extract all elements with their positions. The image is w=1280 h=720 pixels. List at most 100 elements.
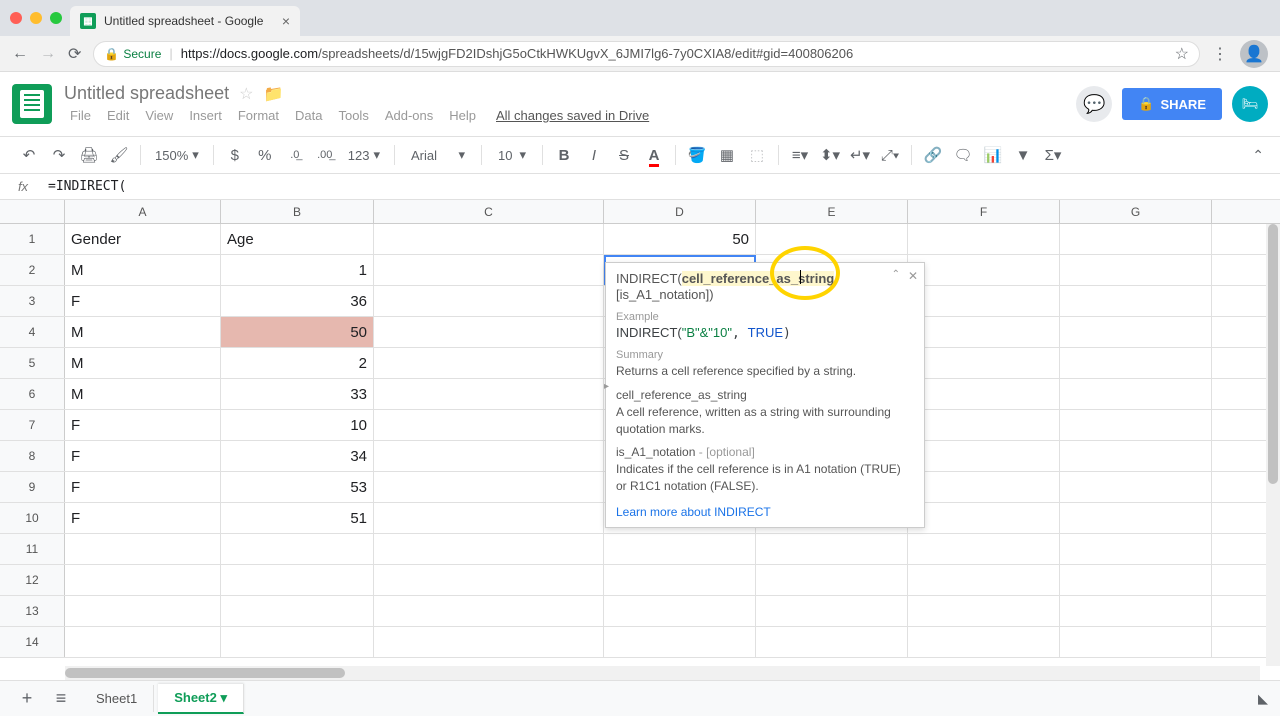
menu-help[interactable]: Help (443, 106, 482, 125)
browser-menu-icon[interactable]: ⋮ (1212, 44, 1228, 64)
save-status[interactable]: All changes saved in Drive (496, 108, 649, 123)
cell[interactable] (908, 255, 1060, 285)
cell[interactable] (374, 410, 604, 440)
cell[interactable] (908, 503, 1060, 533)
row-header[interactable]: 11 (0, 534, 65, 564)
cell[interactable]: 36 (221, 286, 374, 316)
cell[interactable] (908, 596, 1060, 626)
collapse-toolbar-icon[interactable]: ⌃ (1252, 147, 1264, 164)
insert-link-icon[interactable]: 🔗 (920, 142, 946, 168)
fill-color-icon[interactable]: 🪣 (684, 142, 710, 168)
close-help-icon[interactable]: ✕ (908, 269, 918, 283)
strikethrough-icon[interactable]: S (611, 142, 637, 168)
row-header[interactable]: 10 (0, 503, 65, 533)
redo-icon[interactable]: ↷ (46, 142, 72, 168)
cell[interactable] (374, 379, 604, 409)
cell[interactable] (374, 627, 604, 657)
row-header[interactable]: 5 (0, 348, 65, 378)
menu-format[interactable]: Format (232, 106, 285, 125)
comments-icon[interactable]: 💬 (1076, 86, 1112, 122)
borders-icon[interactable]: ▦ (714, 142, 740, 168)
all-sheets-icon[interactable]: ≡ (46, 684, 76, 714)
menu-file[interactable]: File (64, 106, 97, 125)
cell[interactable]: M (65, 255, 221, 285)
row-header[interactable]: 13 (0, 596, 65, 626)
forward-icon[interactable]: → (40, 45, 56, 63)
cell[interactable] (604, 596, 756, 626)
cell[interactable] (374, 596, 604, 626)
menu-tools[interactable]: Tools (332, 106, 374, 125)
text-rotate-icon[interactable]: ⤢▾ (877, 142, 903, 168)
font-select[interactable]: Arial▾ (403, 147, 473, 163)
cell[interactable] (65, 565, 221, 595)
cell[interactable] (1060, 286, 1212, 316)
cell[interactable] (65, 627, 221, 657)
learn-more-link[interactable]: Learn more about INDIRECT (606, 499, 924, 527)
cell[interactable] (908, 317, 1060, 347)
merge-cells-icon[interactable]: ⬚ (744, 142, 770, 168)
cell[interactable] (1060, 224, 1212, 254)
cell[interactable] (1060, 565, 1212, 595)
row-header[interactable]: 1 (0, 224, 65, 254)
cell[interactable] (374, 472, 604, 502)
share-button[interactable]: 🔒 SHARE (1122, 88, 1222, 120)
cell[interactable] (1060, 410, 1212, 440)
menu-addons[interactable]: Add-ons (379, 106, 439, 125)
cell[interactable] (908, 286, 1060, 316)
cell[interactable]: 50 (221, 317, 374, 347)
account-avatar[interactable]: 🛏 (1232, 86, 1268, 122)
h-scrollbar[interactable] (65, 666, 1260, 680)
cell[interactable] (374, 503, 604, 533)
cell[interactable]: M (65, 348, 221, 378)
reload-icon[interactable]: ⟳ (68, 44, 81, 64)
cell[interactable] (1060, 472, 1212, 502)
text-wrap-icon[interactable]: ↵▾ (847, 142, 873, 168)
sheet-tab-active[interactable]: Sheet2 ▾ (158, 684, 244, 714)
cell[interactable]: 53 (221, 472, 374, 502)
cell[interactable] (221, 565, 374, 595)
cell[interactable] (908, 441, 1060, 471)
maximize-window-icon[interactable] (50, 12, 62, 24)
back-icon[interactable]: ← (12, 45, 28, 63)
increase-decimal-icon[interactable]: .00̲ (312, 142, 338, 168)
cell[interactable] (908, 472, 1060, 502)
cell[interactable] (908, 348, 1060, 378)
undo-icon[interactable]: ↶ (16, 142, 42, 168)
col-header[interactable]: G (1060, 200, 1212, 223)
select-all-corner[interactable] (0, 200, 65, 223)
cell[interactable] (65, 534, 221, 564)
text-color-icon[interactable]: A (641, 142, 667, 168)
font-size-select[interactable]: 10▾ (490, 147, 534, 163)
row-header[interactable]: 12 (0, 565, 65, 595)
menu-view[interactable]: View (139, 106, 179, 125)
cell[interactable] (908, 627, 1060, 657)
cell[interactable]: 1 (221, 255, 374, 285)
cell[interactable]: M (65, 317, 221, 347)
minimize-window-icon[interactable] (30, 12, 42, 24)
currency-icon[interactable]: $ (222, 142, 248, 168)
cell[interactable]: 2 (221, 348, 374, 378)
italic-icon[interactable]: I (581, 142, 607, 168)
cell[interactable] (604, 565, 756, 595)
cell[interactable]: F (65, 410, 221, 440)
cell[interactable] (908, 224, 1060, 254)
cell[interactable] (756, 627, 908, 657)
cell[interactable] (221, 534, 374, 564)
close-window-icon[interactable] (10, 12, 22, 24)
col-header[interactable]: E (756, 200, 908, 223)
cell[interactable] (756, 224, 908, 254)
cell[interactable] (1060, 627, 1212, 657)
cell[interactable] (1060, 503, 1212, 533)
col-header[interactable]: D (604, 200, 756, 223)
menu-edit[interactable]: Edit (101, 106, 135, 125)
row-header[interactable]: 7 (0, 410, 65, 440)
cell[interactable]: M (65, 379, 221, 409)
cell[interactable] (374, 348, 604, 378)
menu-insert[interactable]: Insert (183, 106, 228, 125)
cell[interactable] (1060, 255, 1212, 285)
cell[interactable]: 33 (221, 379, 374, 409)
decrease-decimal-icon[interactable]: .0̲ (282, 142, 308, 168)
print-icon[interactable]: 🖨 (76, 142, 102, 168)
collapse-help-icon[interactable]: ⌃ (892, 269, 900, 280)
v-scrollbar[interactable] (1266, 224, 1280, 666)
